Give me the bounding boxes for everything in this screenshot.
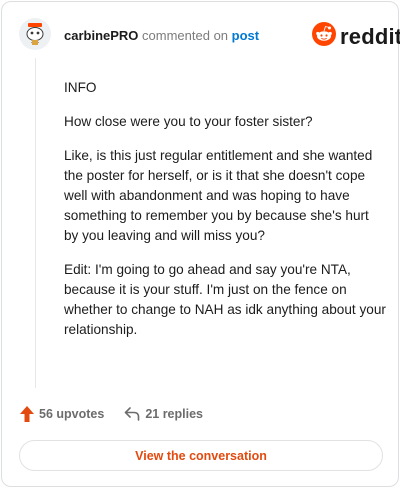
comment-paragraph: Edit: I'm going to go ahead and say you'… [64, 262, 386, 337]
upvote-arrow-icon [20, 406, 34, 422]
comment-paragraph: How close were you to your foster sister… [64, 114, 313, 129]
reddit-logo-icon [312, 22, 336, 51]
upvote-count: 56 upvotes [39, 407, 105, 421]
post-link[interactable]: post [232, 28, 259, 43]
username-link[interactable]: carbinePRO [64, 28, 138, 43]
thread-line [35, 58, 36, 388]
comment-body: INFO How close were you to your foster s… [64, 78, 386, 354]
replies-button[interactable]: 21 replies [124, 407, 203, 421]
comment-card: carbinePRO commented on post reddit INFO… [1, 1, 400, 487]
upvote-button[interactable]: 56 upvotes [20, 406, 104, 422]
comment-header: carbinePRO commented on post [64, 28, 259, 44]
comment-paragraph: INFO [64, 80, 97, 95]
action-text: commented on [142, 28, 229, 43]
reply-arrow-icon [124, 407, 140, 421]
view-conversation-button[interactable]: View the conversation [19, 440, 383, 471]
avatar[interactable] [19, 18, 51, 50]
reddit-wordmark: reddit [340, 23, 400, 49]
comment-actions: 56 upvotes 21 replies [20, 406, 203, 422]
reply-count: 21 replies [145, 407, 203, 421]
comment-paragraph: Like, is this just regular entitlement a… [64, 148, 373, 243]
reddit-logo[interactable]: reddit [312, 22, 400, 51]
